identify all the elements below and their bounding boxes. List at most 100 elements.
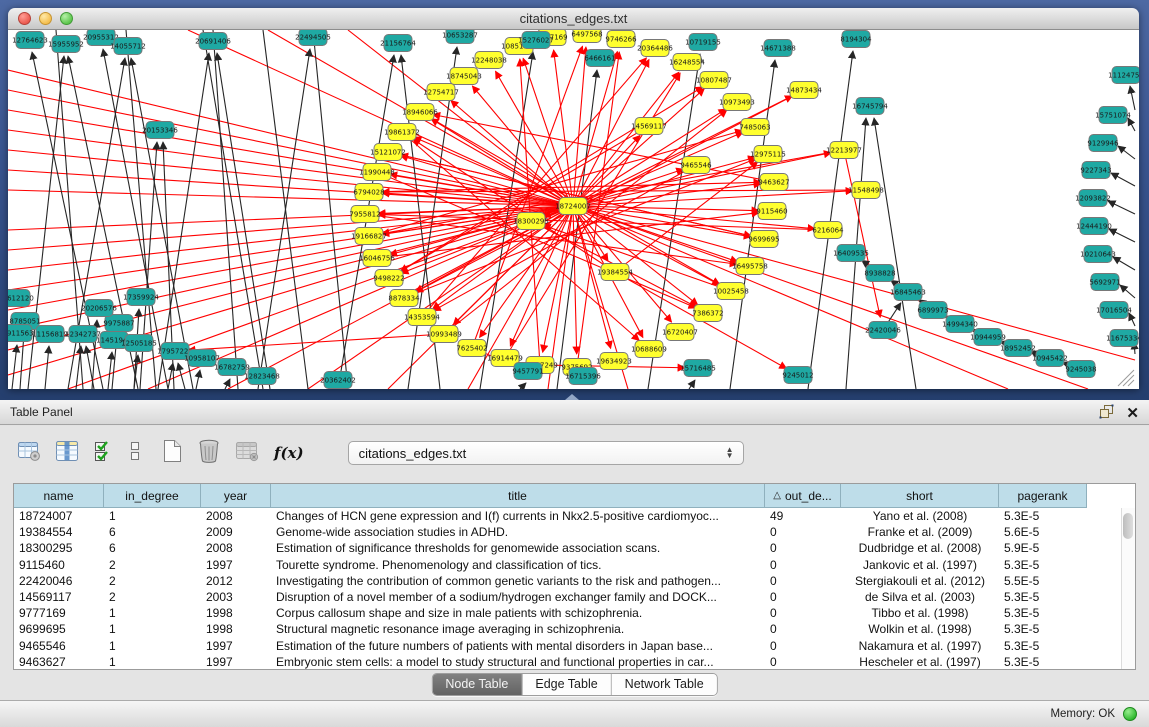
table-cell[interactable]: Investigating the contribution of common…: [271, 573, 765, 589]
column-header-year[interactable]: year: [201, 484, 271, 508]
graph-node[interactable]: 16409535: [833, 245, 869, 262]
table-cell[interactable]: 18724007: [14, 508, 104, 524]
table-cell[interactable]: Yano et al. (2008): [841, 508, 999, 524]
memory-status-icon[interactable]: [1123, 707, 1137, 721]
graph-node[interactable]: 10945422: [1032, 350, 1068, 367]
graph-node[interactable]: 19384554: [597, 264, 633, 281]
table-cell[interactable]: Estimation of significance thresholds fo…: [271, 540, 765, 556]
table-cell[interactable]: Stergiakouli et al. (2012): [841, 573, 999, 589]
graph-node[interactable]: 12444190: [1076, 218, 1112, 235]
table-cell[interactable]: 0: [765, 557, 841, 573]
table-cell[interactable]: 0: [765, 654, 841, 670]
graph-node[interactable]: 16495758: [732, 258, 768, 275]
graph-node[interactable]: 20362402: [320, 372, 356, 389]
table-cell[interactable]: 1: [104, 508, 201, 524]
table-cell[interactable]: 9465546: [14, 638, 104, 654]
graph-node[interactable]: 10973493: [719, 94, 755, 111]
table-cell[interactable]: 19384554: [14, 524, 104, 540]
table-row[interactable]: 969969511998Structural magnetic resonanc…: [14, 621, 1135, 637]
table-cell[interactable]: 0: [765, 540, 841, 556]
graph-node[interactable]: 9975887: [103, 315, 134, 332]
table-cell[interactable]: 1: [104, 621, 201, 637]
table-cell[interactable]: Hescheler et al. (1997): [841, 654, 999, 670]
graph-node[interactable]: 7485063: [739, 119, 770, 136]
graph-node[interactable]: 12754717: [423, 84, 459, 101]
table-cell[interactable]: 5.3E-5: [999, 508, 1087, 524]
table-row[interactable]: 911546021997Tourette syndrome. Phenomeno…: [14, 557, 1135, 573]
graph-node[interactable]: 16248554: [669, 54, 705, 71]
graph-node[interactable]: 6899973: [917, 302, 948, 319]
graph-node[interactable]: 8194304: [840, 31, 872, 48]
graph-node[interactable]: 11548498: [848, 182, 884, 199]
graph-node[interactable]: 14353594: [404, 309, 440, 326]
table-cell[interactable]: 2008: [201, 508, 271, 524]
graph-node[interactable]: 18946066: [402, 104, 438, 121]
graph-node[interactable]: 14055712: [110, 38, 146, 55]
table-row[interactable]: 946362711997Embryonic stem cells: a mode…: [14, 654, 1135, 670]
zoom-window-icon[interactable]: [60, 12, 73, 25]
table-cell[interactable]: 1998: [201, 621, 271, 637]
graph-node[interactable]: 16720407: [662, 324, 698, 341]
column-header-name[interactable]: name: [14, 484, 104, 508]
table-cell[interactable]: Changes of HCN gene expression and I(f) …: [271, 508, 765, 524]
table-cell[interactable]: 9463627: [14, 654, 104, 670]
graph-node[interactable]: 14569117: [631, 118, 667, 135]
table-cell[interactable]: 2003: [201, 589, 271, 605]
table-row[interactable]: 1456911722003Disruption of a novel membe…: [14, 589, 1135, 605]
table-cell[interactable]: 1998: [201, 605, 271, 621]
network-canvas-svg[interactable]: 1872400712754717189460661986137215121072…: [8, 30, 1139, 389]
graph-node[interactable]: 18952452: [1000, 340, 1036, 357]
minimize-window-icon[interactable]: [39, 12, 52, 25]
graph-node[interactable]: 6466161: [584, 50, 615, 67]
table-cell[interactable]: 0: [765, 573, 841, 589]
graph-node[interactable]: 14873434: [786, 82, 822, 99]
graph-node[interactable]: 12093822: [1075, 190, 1111, 207]
table-cell[interactable]: Tourette syndrome. Phenomenology and cla…: [271, 557, 765, 573]
graph-node[interactable]: 21156764: [380, 35, 416, 52]
graph-node[interactable]: 20691406: [195, 33, 231, 50]
graph-node[interactable]: 9699695: [748, 231, 779, 248]
graph-node[interactable]: 14671388: [760, 40, 796, 57]
table-cell[interactable]: Corpus callosum shape and size in male p…: [271, 605, 765, 621]
graph-node[interactable]: 6497568: [571, 30, 602, 43]
table-cell[interactable]: 1997: [201, 557, 271, 573]
graph-node[interactable]: 5692971: [1089, 274, 1120, 291]
column-header-title[interactable]: title: [271, 484, 765, 508]
graph-node[interactable]: 15121072: [370, 144, 406, 161]
table-cell[interactable]: 5.3E-5: [999, 589, 1087, 605]
graph-node[interactable]: 20206576: [81, 300, 117, 317]
delete-rows-icon[interactable]: [196, 438, 222, 469]
graph-node[interactable]: 9498222: [373, 270, 404, 287]
table-cell[interactable]: 1997: [201, 654, 271, 670]
table-cell[interactable]: 0: [765, 524, 841, 540]
graph-node[interactable]: 16715396: [565, 368, 601, 385]
graph-node[interactable]: 3911563: [8, 325, 34, 342]
resize-grip[interactable]: [1118, 370, 1134, 386]
graph-node[interactable]: 15716485: [680, 360, 716, 377]
table-cell[interactable]: Structural magnetic resonance image aver…: [271, 621, 765, 637]
graph-node[interactable]: 9115460: [756, 203, 787, 220]
network-canvas[interactable]: 1872400712754717189460661986137215121072…: [8, 30, 1139, 389]
graph-node[interactable]: 10653287: [442, 30, 478, 44]
graph-node[interactable]: 9129946: [1087, 135, 1119, 152]
table-cell[interactable]: Disruption of a novel member of a sodium…: [271, 589, 765, 605]
table-row[interactable]: 1938455462009Genome-wide association stu…: [14, 524, 1135, 540]
graph-node[interactable]: 12975115: [750, 146, 786, 163]
table-cell[interactable]: 1: [104, 638, 201, 654]
graph-node[interactable]: 10807487: [696, 72, 732, 89]
graph-node[interactable]: 12248038: [471, 52, 507, 69]
table-body[interactable]: 1872400712008Changes of HCN gene express…: [14, 508, 1135, 670]
table-cell[interactable]: Franke et al. (2009): [841, 524, 999, 540]
table-cell[interactable]: 6: [104, 524, 201, 540]
table-cell[interactable]: Embryonic stem cells: a model to study s…: [271, 654, 765, 670]
graph-node[interactable]: 9463627: [758, 174, 789, 191]
table-cell[interactable]: 6: [104, 540, 201, 556]
column-header-in_degree[interactable]: in_degree: [104, 484, 201, 508]
graph-node[interactable]: 17016504: [1096, 302, 1132, 319]
table-cell[interactable]: Tibbo et al. (1998): [841, 605, 999, 621]
table-cell[interactable]: Jankovic et al. (1997): [841, 557, 999, 573]
table-cell[interactable]: 5.3E-5: [999, 654, 1087, 670]
table-cell[interactable]: Nakamura et al. (1997): [841, 638, 999, 654]
graph-node[interactable]: 14994340: [942, 316, 978, 333]
table-cell[interactable]: 1997: [201, 638, 271, 654]
